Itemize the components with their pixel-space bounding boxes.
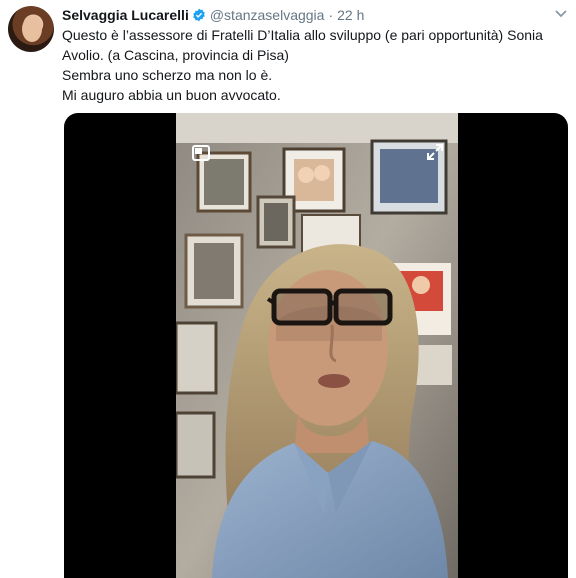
author-name[interactable]: Selvaggia Lucarelli (62, 7, 189, 23)
picture-in-picture-icon[interactable] (192, 145, 210, 161)
avatar[interactable] (8, 6, 54, 52)
verified-badge-icon (193, 8, 205, 22)
tweet-timestamp[interactable]: 22 h (337, 7, 364, 23)
video-player[interactable] (64, 113, 568, 578)
tweet-header: Selvaggia Lucarelli @stanzaselvaggia · 2… (62, 6, 364, 24)
tweet-text: Questo è l’assessore di Fratelli D’Itali… (62, 25, 562, 105)
expand-icon[interactable] (426, 143, 444, 161)
avatar-face (22, 16, 42, 42)
tweet: Selvaggia Lucarelli @stanzaselvaggia · 2… (0, 0, 576, 578)
video-frame[interactable] (176, 113, 458, 578)
author-handle[interactable]: @stanzaselvaggia (210, 7, 325, 23)
tweet-text-line: Avolio. (a Cascina, provincia di Pisa) (62, 47, 289, 63)
separator-dot: · (328, 7, 334, 23)
chevron-down-icon[interactable] (554, 8, 568, 20)
tweet-text-line: Mi auguro abbia un buon avvocato. (62, 87, 281, 103)
video-still (176, 113, 458, 578)
tweet-text-line: Sembra uno scherzo ma non lo è. (62, 67, 273, 83)
tweet-text-line: Questo è l’assessore di Fratelli D’Itali… (62, 27, 543, 43)
